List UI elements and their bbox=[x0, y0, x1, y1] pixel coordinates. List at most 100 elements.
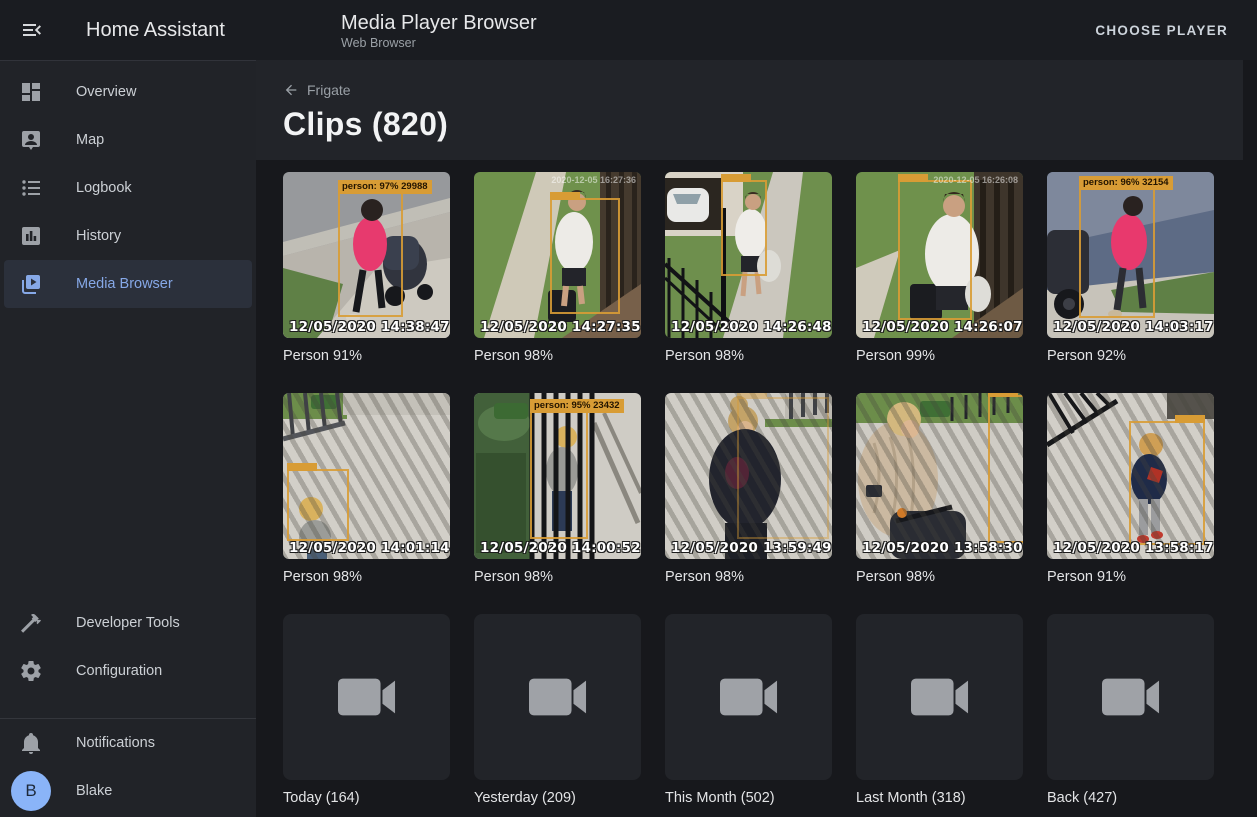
sidebar-item-developer-tools[interactable]: Developer Tools bbox=[0, 599, 256, 647]
sidebar-item-history[interactable]: History bbox=[0, 212, 256, 260]
format-list-icon bbox=[19, 176, 43, 200]
clip-thumbnail: person: 96% 32154 12/05/2020 14:03:17 bbox=[1047, 172, 1214, 338]
sidebar: Overview Map Logbook Histo bbox=[0, 60, 256, 817]
clip-timestamp: 12/05/2020 14:01:14 bbox=[289, 540, 450, 556]
clip-thumbnail: person: 95% 23432 12/05/2020 14:00:52 bbox=[474, 393, 641, 559]
clip-item[interactable]: 2020-12-05 16:27:36 12/05/2020 14:27:35 … bbox=[474, 172, 641, 366]
detection-label bbox=[721, 174, 751, 182]
sidebar-item-notifications[interactable]: Notifications bbox=[0, 719, 256, 767]
page-title: Media Player Browser bbox=[341, 11, 537, 35]
clip-item[interactable]: 12/05/2020 13:59:49 Person 98% bbox=[665, 393, 832, 587]
folder-item-today[interactable]: Today (164) bbox=[283, 614, 450, 808]
detection-box: person: 97% 29988 bbox=[338, 192, 403, 317]
camera-osd-timestamp: 2020-12-05 16:26:08 bbox=[933, 175, 1018, 185]
video-icon bbox=[529, 676, 587, 718]
section-title: Clips (820) bbox=[283, 106, 1257, 143]
detection-box bbox=[988, 395, 1023, 543]
media-grid: person: 97% 29988 12/05/2020 14:38:47 Pe… bbox=[256, 160, 1257, 808]
menu-toggle-button[interactable] bbox=[10, 8, 54, 52]
sidebar-item-configuration[interactable]: Configuration bbox=[0, 647, 256, 695]
avatar: B bbox=[11, 771, 51, 811]
folder-tile bbox=[283, 614, 450, 780]
folder-label: Back (427) bbox=[1047, 788, 1214, 808]
breadcrumb[interactable]: Frigate bbox=[283, 60, 351, 98]
clip-item[interactable]: 12/05/2020 13:58:30 Person 98% bbox=[856, 393, 1023, 587]
detection-label bbox=[1175, 415, 1205, 423]
sidebar-app-title: Home Assistant bbox=[86, 19, 254, 42]
view-dashboard-icon bbox=[19, 80, 43, 104]
detection-box bbox=[898, 180, 972, 320]
clip-item[interactable]: person: 97% 29988 12/05/2020 14:38:47 Pe… bbox=[283, 172, 450, 366]
detection-box bbox=[1129, 421, 1205, 545]
detection-box bbox=[287, 469, 349, 541]
folder-label: This Month (502) bbox=[665, 788, 832, 808]
clip-thumbnail: 12/05/2020 13:59:49 bbox=[665, 393, 832, 559]
media-library-icon bbox=[19, 272, 43, 296]
clip-thumbnail: 12/05/2020 13:58:17 bbox=[1047, 393, 1214, 559]
page-subtitle: Web Browser bbox=[341, 36, 537, 50]
sidebar-nav: Overview Map Logbook Histo bbox=[0, 61, 256, 308]
folder-item-last-month[interactable]: Last Month (318) bbox=[856, 614, 1023, 808]
detection-box bbox=[721, 180, 767, 276]
detection-label: person: 95% 23432 bbox=[530, 399, 624, 413]
choose-player-button[interactable]: CHOOSE PLAYER bbox=[1087, 15, 1236, 46]
clip-timestamp: 12/05/2020 14:27:35 bbox=[480, 319, 641, 335]
folder-item-this-month[interactable]: This Month (502) bbox=[665, 614, 832, 808]
detection-label bbox=[287, 463, 317, 471]
folder-item-back[interactable]: Back (427) bbox=[1047, 614, 1214, 808]
clip-item[interactable]: 12/05/2020 13:58:17 Person 91% bbox=[1047, 393, 1214, 587]
user-name: Blake bbox=[76, 783, 112, 799]
clip-timestamp: 12/05/2020 13:58:30 bbox=[862, 540, 1023, 556]
clip-item[interactable]: person: 95% 23432 12/05/2020 14:00:52 Pe… bbox=[474, 393, 641, 587]
folder-label: Yesterday (209) bbox=[474, 788, 641, 808]
media-browser-header: Frigate Clips (820) bbox=[256, 60, 1257, 160]
clip-thumbnail: 12/05/2020 14:26:48 bbox=[665, 172, 832, 338]
detection-box: person: 96% 32154 bbox=[1079, 188, 1155, 318]
clip-item[interactable]: 2020-12-05 16:26:08 12/05/2020 14:26:07 … bbox=[856, 172, 1023, 366]
video-icon bbox=[720, 676, 778, 718]
sidebar-spacer bbox=[0, 308, 256, 599]
detection-label: person: 97% 29988 bbox=[338, 180, 432, 194]
folder-label: Today (164) bbox=[283, 788, 450, 808]
sidebar-item-user[interactable]: B Blake bbox=[0, 767, 256, 815]
clip-thumbnail: 2020-12-05 16:26:08 12/05/2020 14:26:07 bbox=[856, 172, 1023, 338]
clip-timestamp: 12/05/2020 14:00:52 bbox=[480, 540, 641, 556]
detection-label bbox=[988, 393, 1018, 397]
clip-thumbnail: 2020-12-05 16:27:36 12/05/2020 14:27:35 bbox=[474, 172, 641, 338]
sidebar-item-label: Notifications bbox=[76, 735, 155, 751]
clip-item[interactable]: person: 96% 32154 12/05/2020 14:03:17 Pe… bbox=[1047, 172, 1214, 366]
detection-label: person: 96% 32154 bbox=[1079, 176, 1173, 190]
app-header: Home Assistant Media Player Browser Web … bbox=[0, 0, 1257, 60]
folder-label: Last Month (318) bbox=[856, 788, 1023, 808]
detection-box: person: 95% 23432 bbox=[530, 411, 588, 539]
clip-caption: Person 91% bbox=[1047, 567, 1214, 587]
sidebar-item-label: Logbook bbox=[76, 180, 132, 196]
clip-caption: Person 98% bbox=[474, 567, 641, 587]
detection-box bbox=[550, 198, 620, 314]
clip-timestamp: 12/05/2020 13:59:49 bbox=[671, 540, 832, 556]
bell-icon bbox=[19, 731, 43, 755]
account-location-icon bbox=[19, 128, 43, 152]
clip-thumbnail: 12/05/2020 14:01:14 bbox=[283, 393, 450, 559]
sidebar-item-media-browser[interactable]: Media Browser bbox=[4, 260, 252, 308]
scrollbar-track[interactable] bbox=[1243, 60, 1257, 817]
clip-thumbnail: 12/05/2020 13:58:30 bbox=[856, 393, 1023, 559]
breadcrumb-label: Frigate bbox=[307, 82, 351, 98]
sidebar-item-label: Map bbox=[76, 132, 104, 148]
camera-osd-timestamp: 2020-12-05 16:27:36 bbox=[551, 175, 636, 185]
clip-item[interactable]: 12/05/2020 14:26:48 Person 98% bbox=[665, 172, 832, 366]
folder-item-yesterday[interactable]: Yesterday (209) bbox=[474, 614, 641, 808]
clip-caption: Person 98% bbox=[665, 346, 832, 366]
hammer-icon bbox=[19, 611, 43, 635]
clip-timestamp: 12/05/2020 14:26:07 bbox=[862, 319, 1023, 335]
clip-caption: Person 98% bbox=[474, 346, 641, 366]
clip-caption: Person 98% bbox=[856, 567, 1023, 587]
video-icon bbox=[911, 676, 969, 718]
sidebar-item-map[interactable]: Map bbox=[0, 116, 256, 164]
sidebar-item-logbook[interactable]: Logbook bbox=[0, 164, 256, 212]
sidebar-item-overview[interactable]: Overview bbox=[0, 68, 256, 116]
video-icon bbox=[1102, 676, 1160, 718]
clip-item[interactable]: 12/05/2020 14:01:14 Person 98% bbox=[283, 393, 450, 587]
clip-caption: Person 99% bbox=[856, 346, 1023, 366]
folder-tile bbox=[1047, 614, 1214, 780]
